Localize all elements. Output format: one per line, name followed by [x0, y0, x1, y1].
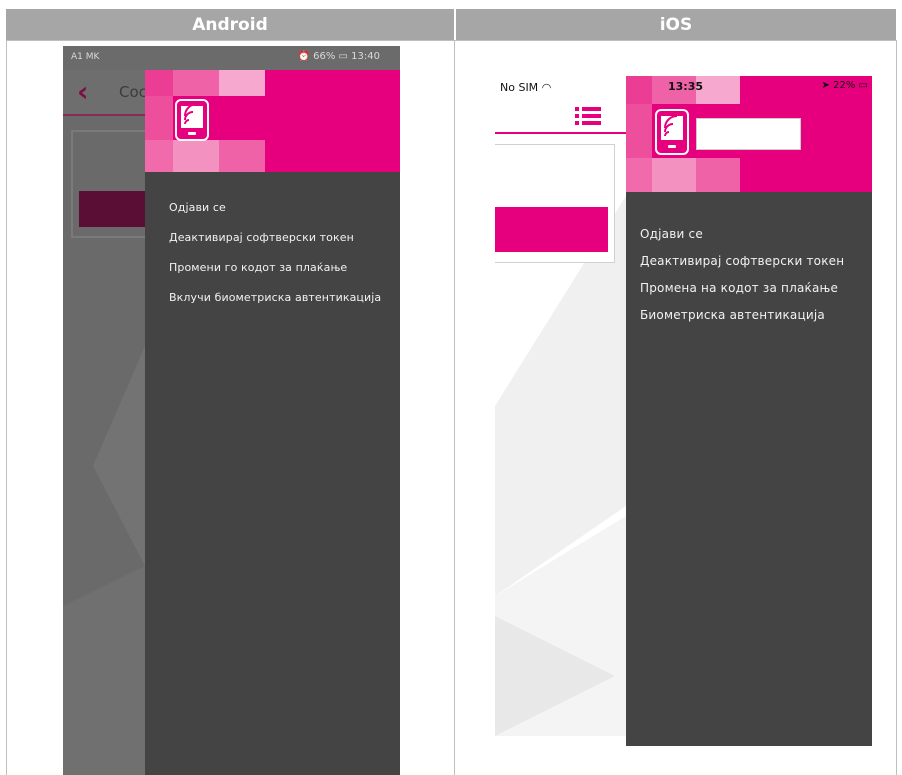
status-time: 13:35: [668, 80, 704, 93]
grid-line-middle: [454, 40, 455, 775]
menu-list-icon[interactable]: [575, 106, 601, 126]
grid-line-left: [6, 40, 7, 775]
menu-item-logout[interactable]: Одјави се: [169, 200, 381, 230]
grid-line-top: [6, 40, 897, 41]
mobile-wifi-icon: [175, 99, 209, 141]
drawer-menu: Одјави се Деактивирај софтверски токен П…: [640, 226, 844, 334]
alarm-icon: ⏰: [297, 51, 310, 62]
drawer-header: [145, 70, 400, 172]
wifi-icon: ◠: [541, 81, 552, 94]
menu-item-logout[interactable]: Одјави се: [640, 226, 844, 253]
carrier-label: A1 MK: [71, 52, 100, 62]
menu-item-change-pin[interactable]: Промени го кодот за плаќање: [169, 260, 381, 290]
navigation-drawer: Одјави се Деактивирај софтверски токен П…: [145, 70, 400, 775]
drawer-menu: Одјави се Деактивирај софтверски токен П…: [169, 200, 381, 320]
menu-item-change-pin[interactable]: Промена на кодот за плаќање: [640, 280, 844, 307]
chevron-left-icon[interactable]: ‹: [77, 78, 89, 106]
menu-item-biometric[interactable]: Вклучи биометриска автентикација: [169, 290, 381, 320]
ios-screenshot: No SIM ◠ 13:35 ➤ 22% ▭ Одјави се Деактив…: [495, 76, 872, 746]
header-underline: [495, 132, 630, 134]
status-indicators: ⏰ 66% ▭ 13:40: [297, 51, 380, 62]
location-arrow-icon: ➤: [821, 80, 830, 91]
android-screenshot: A1 MK ⏰ 66% ▭ 13:40 ‹ Coc Одјави се Деак…: [63, 46, 400, 775]
battery-percent: 22%: [833, 80, 856, 91]
primary-button[interactable]: [495, 207, 608, 252]
menu-item-deactivate-token[interactable]: Деактивирај софтверски токен: [640, 253, 844, 280]
user-name-box: [696, 118, 801, 150]
carrier-label: No SIM: [500, 81, 539, 94]
navigation-drawer: 13:35 ➤ 22% ▭ Одјави се Деактивирај софт…: [626, 76, 872, 746]
grid-line-right: [896, 40, 897, 775]
status-time: 13:40: [351, 51, 380, 62]
menu-item-biometric[interactable]: Биометриска автентикација: [640, 307, 844, 334]
status-battery: ➤ 22% ▭: [822, 80, 868, 91]
menu-item-deactivate-token[interactable]: Деактивирај софтверски токен: [169, 230, 381, 260]
screen-title: Coc: [119, 83, 147, 101]
status-bar: A1 MK ⏰ 66% ▭ 13:40: [63, 46, 400, 70]
mobile-wifi-icon: [655, 109, 689, 155]
drawer-header: 13:35 ➤ 22% ▭: [626, 76, 872, 192]
battery-icon: ▭: [858, 80, 868, 91]
column-header-ios: iOS: [456, 9, 896, 40]
battery-percent: 66%: [313, 51, 336, 62]
column-header-android: Android: [6, 9, 454, 40]
battery-icon: ▭: [338, 51, 348, 62]
status-bar-left: No SIM ◠: [500, 81, 551, 94]
